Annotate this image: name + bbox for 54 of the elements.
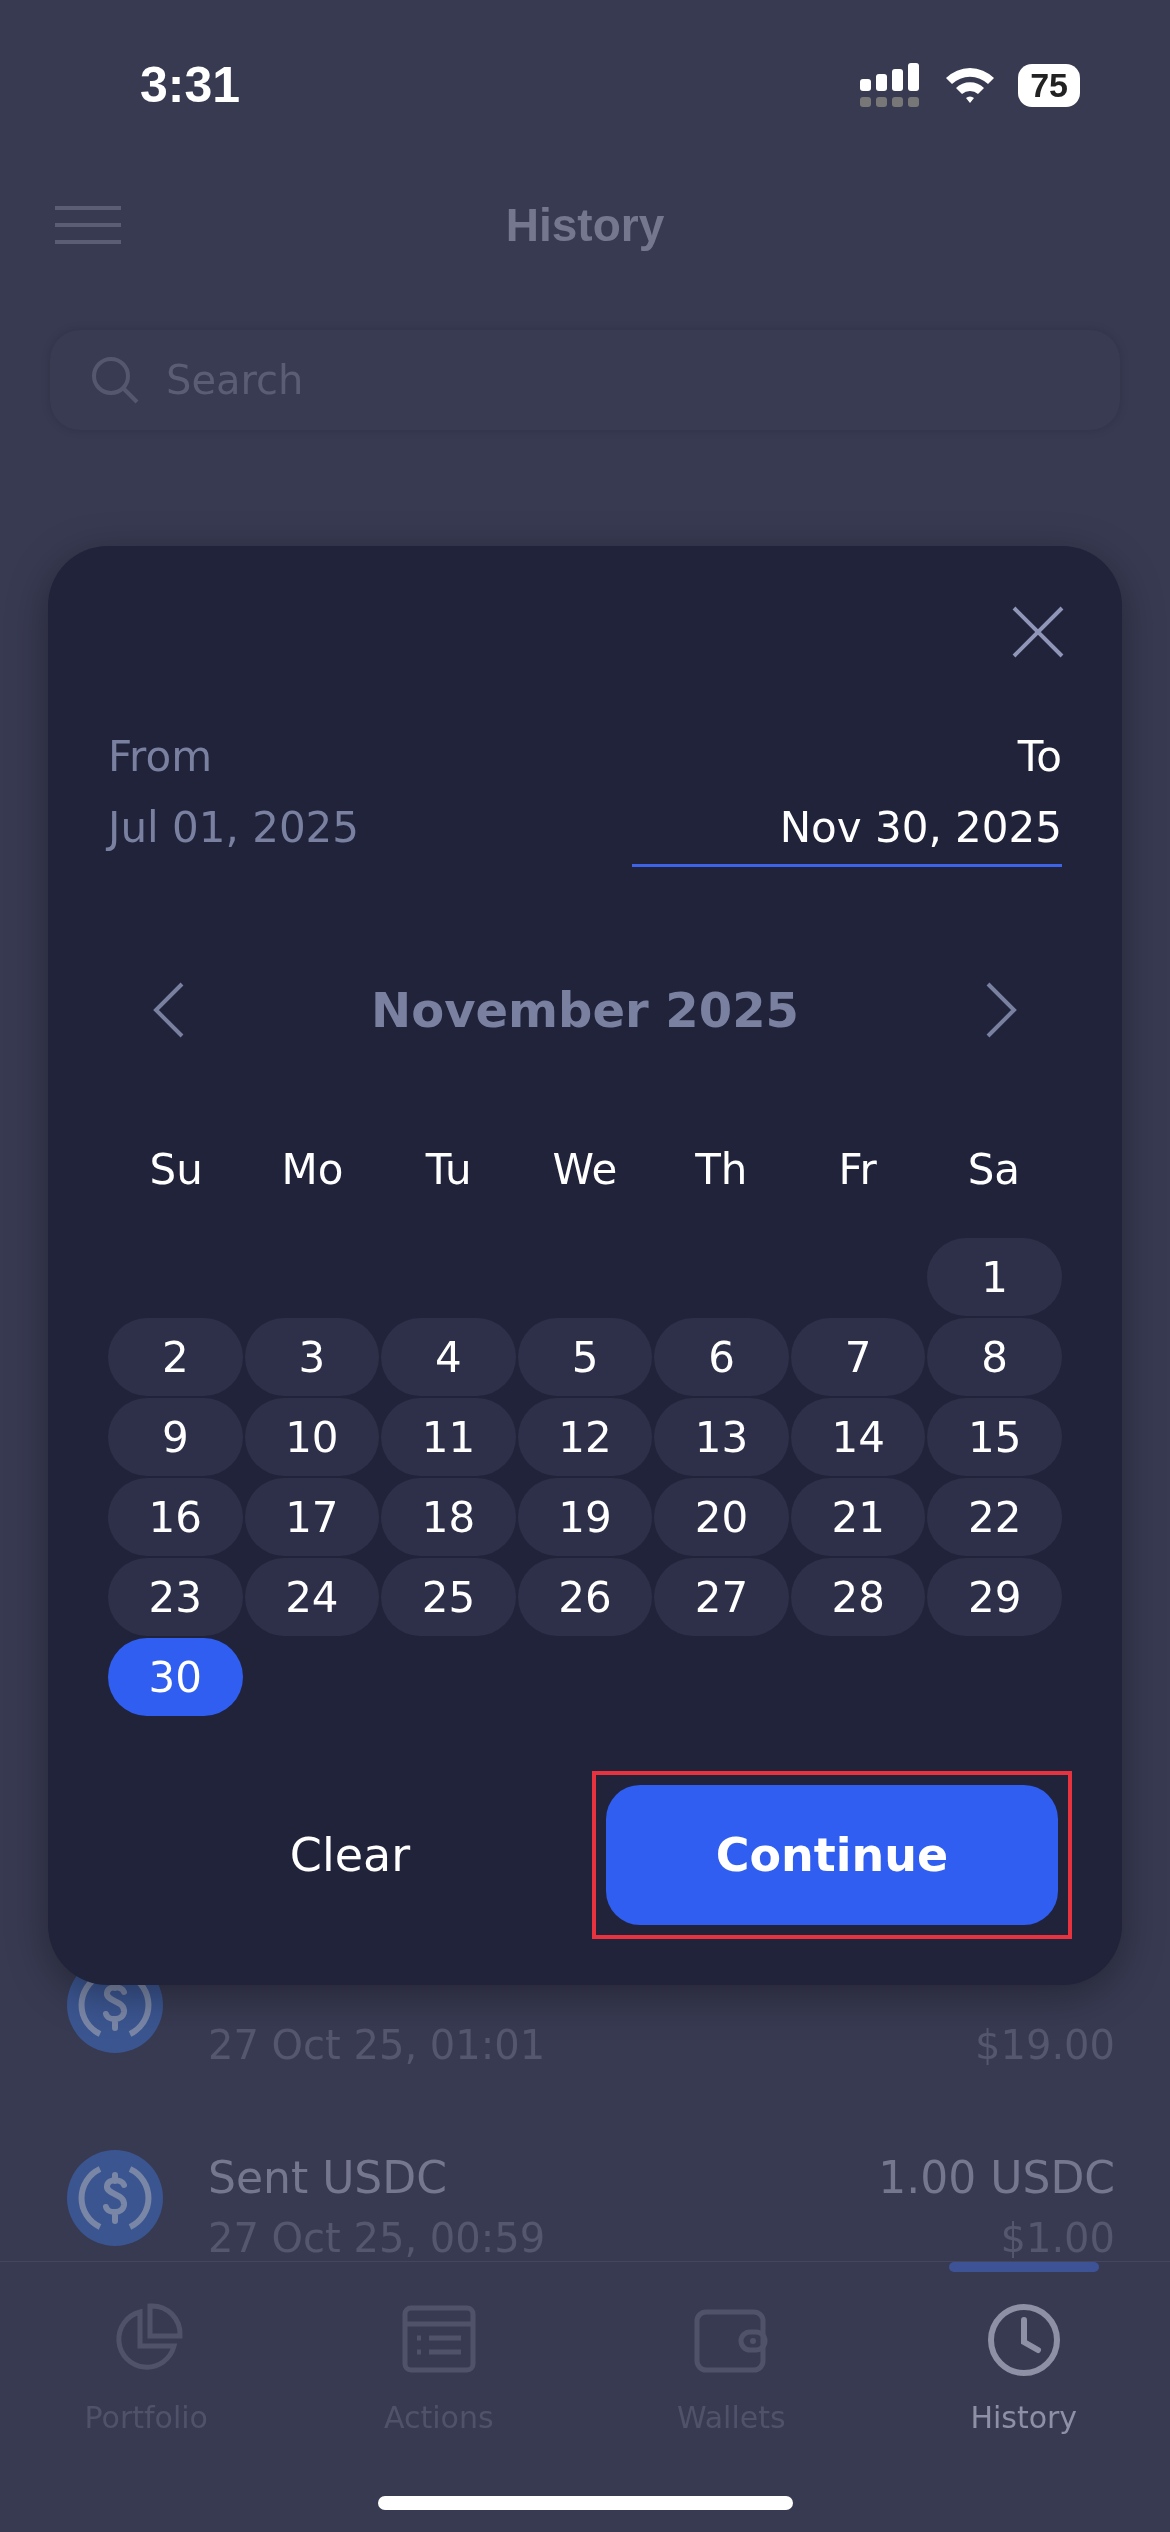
calendar-day[interactable]: 7 (790, 1318, 926, 1396)
calendar-day[interactable]: 22 (927, 1478, 1062, 1556)
continue-button[interactable]: Continue (606, 1785, 1058, 1925)
date-value: Nov 30, 2025 (779, 803, 1062, 852)
calendar-day[interactable]: 9 (108, 1398, 243, 1476)
weekday-label: Fr (837, 1145, 878, 1194)
weekday-label: Sa (966, 1145, 1022, 1194)
calendar-day[interactable]: 2 (108, 1318, 243, 1396)
transaction-amount: 1.00 USDC (878, 2152, 1115, 2203)
calendar-day[interactable]: 11 (381, 1398, 516, 1476)
calendar-day[interactable]: 29 (927, 1558, 1062, 1636)
weekday-label: We (551, 1145, 619, 1194)
weekday-label: Th (694, 1145, 749, 1194)
clock-time: 3:31 (140, 56, 241, 114)
calendar-day[interactable]: 17 (244, 1478, 380, 1556)
calendar-day[interactable]: 5 (517, 1318, 653, 1396)
calendar-day[interactable]: 3 (244, 1318, 380, 1396)
tab-bar-item[interactable]: History (877, 2262, 1170, 2532)
weekday-label: Mo (280, 1145, 345, 1194)
calendar-day[interactable]: 6 (654, 1318, 789, 1396)
month-title: November 2025 (371, 982, 799, 1038)
date-label: To (1017, 732, 1062, 781)
search-icon (90, 355, 140, 405)
wifi-icon (944, 65, 997, 105)
calendar-day[interactable]: 26 (517, 1558, 653, 1636)
calendar-day[interactable]: 10 (244, 1398, 380, 1476)
date-field[interactable]: To Nov 30, 2025 (632, 732, 1062, 867)
clear-button[interactable]: Clear (108, 1788, 592, 1922)
calendar-day[interactable]: 25 (381, 1558, 516, 1636)
calendar-day[interactable]: 23 (108, 1558, 243, 1636)
close-button[interactable] (1010, 604, 1066, 660)
transaction-title: Sent USDC (208, 2152, 448, 2203)
calendar-day[interactable]: 16 (108, 1478, 243, 1556)
calendar-day[interactable]: 14 (790, 1398, 926, 1476)
weekday-label: Tu (424, 1145, 473, 1194)
calendar-day[interactable]: 30 (108, 1638, 243, 1716)
calendar-day[interactable]: 27 (654, 1558, 789, 1636)
calendar-day[interactable]: 4 (381, 1318, 516, 1396)
weekday-label: Su (148, 1145, 204, 1194)
calendar-day[interactable]: 24 (244, 1558, 380, 1636)
date-label: From (108, 732, 213, 781)
calendar-day[interactable]: 21 (790, 1478, 926, 1556)
calendar-day[interactable]: 20 (654, 1478, 789, 1556)
calendar-day[interactable]: 13 (654, 1398, 789, 1476)
calendar-day[interactable]: 18 (381, 1478, 516, 1556)
calendar-day[interactable]: 8 (927, 1318, 1062, 1396)
calendar-day[interactable]: 19 (517, 1478, 653, 1556)
battery-level: 75 (1018, 63, 1080, 107)
calendar-day[interactable]: 12 (517, 1398, 653, 1476)
close-icon (1010, 604, 1066, 660)
calendar-day[interactable]: 28 (790, 1558, 926, 1636)
calendar-day[interactable]: 15 (927, 1398, 1062, 1476)
calendar-day[interactable]: 1 (927, 1238, 1062, 1316)
page-title: History (505, 198, 665, 252)
